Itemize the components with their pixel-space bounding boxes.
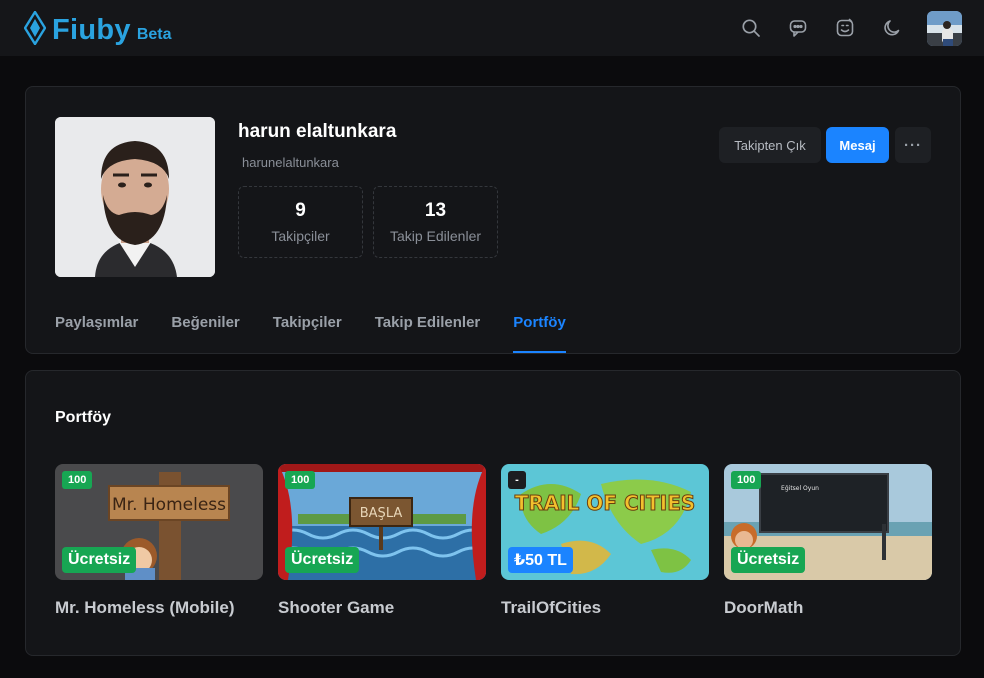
game-thumbnail[interactable]: BAŞLA 100 Ücretsiz [278,464,486,580]
game-thumbnail[interactable]: Eğitsel Oyun 100 Ücretsiz [724,464,932,580]
fiuby-logo-icon [24,11,46,45]
search-icon[interactable] [737,15,764,42]
game-card[interactable]: BAŞLA 100 Ücretsiz Shooter Game [278,464,486,618]
game-title[interactable]: Mr. Homeless (Mobile) [55,598,263,618]
unfollow-button[interactable]: Takipten Çık [719,127,821,163]
game-art-title: Mr. Homeless [112,495,226,515]
game-price-badge: ₺50 TL [508,547,573,573]
game-card[interactable]: Mr. Homeless 100 Ücretsiz Mr. Homeless (… [55,464,263,618]
tab-portfolio[interactable]: Portföy [513,313,566,353]
brand[interactable]: Fiuby Beta [24,11,172,45]
top-navbar: Fiuby Beta [0,0,984,56]
game-art-title: TRAIL OF CITIES [515,491,696,515]
brand-beta-label: Beta [136,26,172,43]
user-avatar[interactable] [927,10,962,46]
following-stat[interactable]: 13 Takip Edilenler [373,186,498,258]
game-price-badge: Ücretsiz [285,547,360,573]
following-count: 13 [424,200,447,221]
followers-label: Takipçiler [271,228,330,244]
more-dots-icon: ··· [904,136,922,154]
game-title[interactable]: Shooter Game [278,598,486,618]
profile-card: harun elaltunkara harunelaltunkara 9 Tak… [25,86,961,354]
profile-tabs: Paylaşımlar Beğeniler Takipçiler Takip E… [55,313,599,353]
profile-photo-icon [55,117,215,277]
game-score-badge: 100 [731,471,762,489]
game-card[interactable]: Eğitsel Oyun 100 Ücretsiz DoorMath [724,464,932,618]
tab-posts[interactable]: Paylaşımlar [55,313,138,353]
message-button[interactable]: Mesaj [826,127,889,163]
followers-count: 9 [295,200,306,221]
profile-name: harun elaltunkara [238,121,397,142]
following-label: Takip Edilenler [389,228,482,244]
portfolio-title: Portföy [55,409,111,426]
game-thumbnail[interactable]: TRAIL OF CITIES - ₺50 TL [501,464,709,580]
game-price-badge: Ücretsiz [62,547,137,573]
profile-handle: harunelaltunkara [242,155,339,170]
more-options-button[interactable]: ··· [895,127,931,163]
game-score-badge: 100 [285,471,316,489]
emoji-icon[interactable] [831,15,858,42]
moon-icon[interactable] [878,15,905,42]
game-title[interactable]: DoorMath [724,598,932,618]
game-card[interactable]: TRAIL OF CITIES - ₺50 TL TrailOfCities [501,464,709,618]
game-price-badge: Ücretsiz [731,547,806,573]
portfolio-card: Portföy Mr. Homeless 100 Ücretsiz Mr. Ho… [25,370,961,656]
game-art-title: Eğitsel Oyun [781,485,819,492]
avatar-photo-icon [927,10,962,46]
brand-name: Fiuby [52,14,131,46]
game-score-badge: - [508,471,526,489]
tab-followers[interactable]: Takipçiler [273,313,342,353]
chat-icon[interactable] [784,15,811,42]
tab-following[interactable]: Takip Edilenler [375,313,481,353]
game-art-title: BAŞLA [360,506,403,521]
tab-likes[interactable]: Beğeniler [171,313,239,353]
followers-stat[interactable]: 9 Takipçiler [238,186,363,258]
game-score-badge: 100 [62,471,93,489]
profile-photo [55,117,215,277]
game-title[interactable]: TrailOfCities [501,598,709,618]
game-thumbnail[interactable]: Mr. Homeless 100 Ücretsiz [55,464,263,580]
